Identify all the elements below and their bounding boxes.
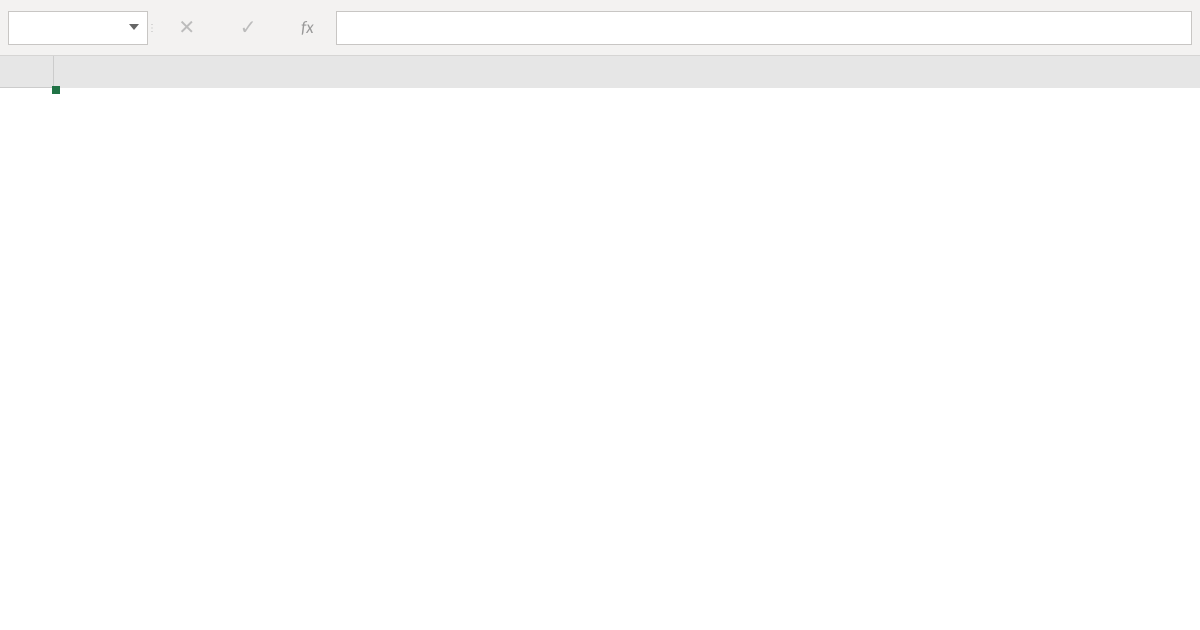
column-headers [54, 56, 1200, 88]
divider: ⋮ [148, 11, 156, 45]
accept-icon[interactable]: ✓ [240, 15, 257, 40]
select-all-corner[interactable] [0, 56, 54, 88]
name-box[interactable] [8, 11, 148, 45]
cancel-icon[interactable]: ✕ [178, 15, 195, 40]
formula-input[interactable] [336, 11, 1192, 45]
formula-bar-buttons: ✕ ✓ fx [156, 11, 336, 45]
fx-icon[interactable]: fx [301, 17, 314, 38]
chevron-down-icon[interactable] [129, 24, 139, 30]
sheet-area [0, 56, 1200, 630]
formula-bar: ⋮ ✕ ✓ fx [0, 0, 1200, 56]
left-gutter [0, 56, 54, 630]
grid-wrapper [54, 56, 1200, 630]
selection-box [54, 88, 58, 92]
